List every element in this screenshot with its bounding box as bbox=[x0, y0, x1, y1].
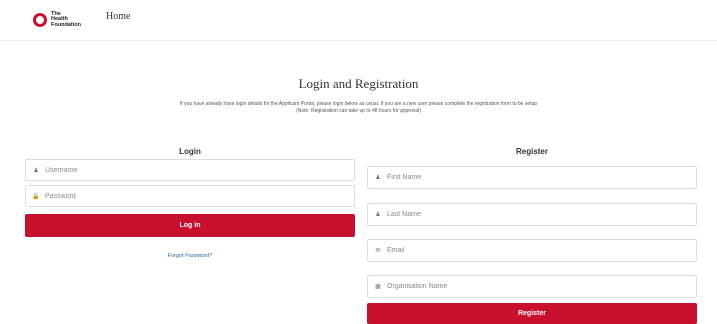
nav-home-link[interactable]: Home bbox=[106, 11, 130, 22]
last-name-field[interactable]: ♟ bbox=[367, 203, 697, 226]
last-name-input[interactable] bbox=[385, 211, 696, 218]
building-icon: ▦ bbox=[375, 284, 381, 290]
intro-line-1: If you have already have login details f… bbox=[179, 101, 538, 107]
password-input[interactable] bbox=[43, 192, 354, 200]
intro-line-2: (Note: Registration can take up to 48 ho… bbox=[296, 108, 421, 114]
site-header: The Health Foundation Home bbox=[0, 0, 717, 41]
first-name-field[interactable]: ♟ bbox=[367, 166, 697, 189]
forgot-password-link[interactable]: Forgot Password? bbox=[25, 253, 355, 259]
logo-text: The Health Foundation bbox=[51, 10, 81, 28]
organisation-input[interactable] bbox=[385, 283, 696, 290]
email-field[interactable]: ✉ bbox=[367, 239, 697, 262]
user-icon: ♟ bbox=[375, 212, 381, 218]
intro-text: If you have already have login details f… bbox=[0, 101, 717, 115]
logo-ring-icon bbox=[33, 13, 47, 27]
username-input[interactable] bbox=[43, 166, 354, 174]
password-field[interactable]: 🔒 bbox=[25, 185, 355, 207]
user-icon: ♟ bbox=[33, 167, 39, 174]
register-button[interactable]: Register bbox=[367, 303, 697, 324]
login-button[interactable]: Log in bbox=[25, 214, 355, 237]
lock-icon: 🔒 bbox=[32, 193, 40, 200]
envelope-icon: ✉ bbox=[375, 248, 381, 254]
user-icon: ♟ bbox=[375, 175, 381, 181]
username-field[interactable]: ♟ bbox=[25, 159, 355, 181]
register-heading: Register bbox=[515, 147, 548, 156]
login-heading: Login bbox=[179, 147, 201, 156]
organisation-field[interactable]: ▦ bbox=[367, 275, 697, 298]
first-name-input[interactable] bbox=[385, 174, 696, 181]
health-foundation-logo[interactable]: The Health Foundation bbox=[33, 7, 81, 33]
email-input[interactable] bbox=[385, 247, 696, 254]
page-title: Login and Registration bbox=[298, 76, 419, 91]
